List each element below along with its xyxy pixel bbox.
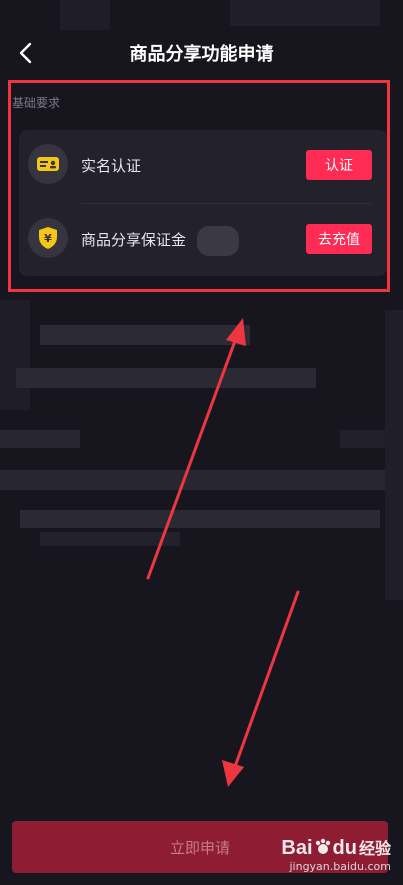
watermark: Bai du 经验 jingyan.baidu.com	[281, 837, 391, 873]
requirement-row-deposit: ¥ 商品分享保证金 去充值	[19, 204, 387, 276]
verify-button[interactable]: 认证	[306, 150, 372, 180]
blurred-area	[16, 368, 316, 388]
page-title: 商品分享功能申请	[129, 44, 274, 65]
paw-icon	[315, 838, 330, 854]
svg-text:¥: ¥	[44, 232, 52, 245]
blurred-area	[40, 325, 250, 345]
requirement-row-real-name: 实名认证 认证	[19, 130, 387, 202]
blurred-area	[40, 532, 180, 546]
requirements-card: 实名认证 认证 ¥ 商品分享保证金 去充值	[19, 130, 387, 276]
blurred-area	[0, 300, 30, 410]
recharge-button[interactable]: 去充值	[306, 224, 372, 254]
app-header: 商品分享功能申请	[0, 30, 403, 80]
id-card-icon	[28, 144, 68, 184]
blurred-area	[385, 310, 403, 600]
yuan-shield-icon: ¥	[28, 218, 68, 258]
blurred-area	[197, 226, 239, 256]
blurred-area	[230, 0, 380, 26]
requirement-label: 实名认证	[81, 157, 142, 175]
requirement-label: 商品分享保证金	[81, 231, 187, 249]
blurred-area	[0, 470, 390, 490]
blurred-area	[20, 510, 380, 528]
section-label: 基础要求	[12, 96, 61, 110]
blurred-area	[0, 430, 80, 448]
blurred-area	[60, 0, 110, 30]
